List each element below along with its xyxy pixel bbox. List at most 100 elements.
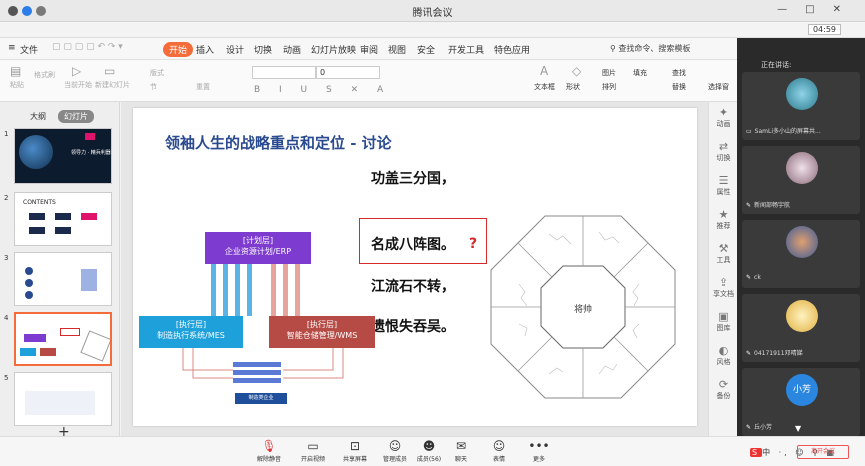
menu-file[interactable]: 文件 [20,43,38,56]
avatar [786,78,818,110]
slide-thumbnail-panel: 大纲 幻灯片 1 领导力 · 精兵利器 2 CONTENTS 3 4 5 + [0,102,120,440]
layout-button[interactable]: 版式 [150,68,164,78]
replace-button[interactable]: 替换 [672,82,686,92]
backup-pane-button[interactable]: ⟳ 备份 [711,378,736,401]
window-controls: —□✕ [777,4,859,15]
menu-review[interactable]: 审阅 [360,43,378,56]
menu-transition[interactable]: 切换 [254,43,272,56]
menu-features[interactable]: 特色应用 [494,43,530,56]
image-button[interactable]: 图片 [602,68,616,78]
thumb-dot [25,267,33,275]
chat-button[interactable]: ✉ 聊天 [440,439,482,463]
share-doc-pane-button[interactable]: ⇪ 享文档 [711,276,736,299]
start-video-button[interactable]: ▭ 开启视频 [292,439,334,463]
slide-thumbnail-3[interactable] [14,252,112,306]
thumb-block [20,348,36,356]
chat-icon: ✉ [455,439,467,453]
shape-button[interactable]: 形状 [566,82,580,92]
participant-tile[interactable]: ▭ SamLi多小山的屏幕共... [742,72,860,140]
earth-image [19,135,53,169]
slide-thumbnail-2[interactable]: CONTENTS [14,192,112,246]
select-pane-button[interactable]: 选择窗 [708,82,729,92]
wps-menu-bar: ≡ 文件 ▢ ▢ ▢ ▢ ↶ ↷ ▾ 开始 插入 设计 切换 动画 幻灯片放映 … [0,38,737,60]
menu-design[interactable]: 设计 [226,43,244,56]
textbox-button[interactable]: 文本框 [534,82,555,92]
reactions-button[interactable]: ☺ 表情 [478,439,520,463]
participant-name-row: ✎ 新闻部畅宇航 [746,202,791,209]
menu-icon[interactable]: ≡ [8,43,16,53]
thumb-number: 5 [4,374,9,382]
paste-icon[interactable]: ▤ [10,64,21,78]
eight-formation-diagram[interactable]: 将帅 [489,214,677,400]
reset-button[interactable]: 重置 [196,82,210,92]
command-search[interactable]: ⚲ 查找命令、搜索模板 [610,43,690,54]
more-button[interactable]: ••• 更多 [518,439,560,463]
menu-animation[interactable]: 动画 [283,43,301,56]
arrange-button[interactable]: 排列 [602,82,616,92]
maximize-icon[interactable]: □ [805,4,832,15]
menu-insert[interactable]: 插入 [196,43,214,56]
animation-pane-button[interactable]: ✦ 动画 [711,106,736,129]
participant-tile[interactable]: ✎ ck [742,220,860,288]
find-button[interactable]: 查找 [672,68,686,78]
play-icon[interactable]: ▷ [72,64,81,78]
menu-slideshow[interactable]: 幻灯片放映 [311,43,356,56]
menu-view[interactable]: 视图 [388,43,406,56]
recommend-pane-button[interactable]: ★ 推荐 [711,208,736,231]
textbox-icon[interactable]: A [540,64,548,78]
content-block [29,213,45,220]
leave-meeting-button[interactable]: 离开会议 [797,445,849,459]
chevron-down-icon[interactable]: ▼ [795,424,801,433]
quick-access-icons[interactable]: ▢ ▢ ▢ ▢ ↶ ↷ ▾ [52,42,123,52]
current-slide[interactable]: 领袖人生的战略重点和定位 - 讨论 功盖三分国， 名成八阵图。 ? 江流石不转，… [133,108,697,426]
menu-home[interactable]: 开始 [163,42,194,57]
fill-button[interactable]: 填充 [633,68,647,78]
transition-pane-button[interactable]: ⇄ 切换 [711,140,736,163]
tab-outline[interactable]: 大纲 [24,110,52,123]
avatar [786,300,818,332]
unmute-button[interactable]: 🎙 解除静音 [248,439,290,463]
section-button[interactable]: 节 [150,82,157,92]
tools-icon: ⚒ [718,242,729,255]
tools-pane-button[interactable]: ⚒ 工具 [711,242,736,265]
octagon-center-label: 将帅 [574,303,592,315]
new-slide-icon[interactable]: ▭ [104,64,115,78]
font-size-field[interactable]: 0 [316,66,380,79]
gallery-pane-button[interactable]: ▣ 图库 [711,310,736,333]
shape-icon[interactable]: ◇ [572,64,581,78]
format-painter-button[interactable]: 格式刷 [34,70,55,80]
slide-thumbnail-4[interactable] [14,312,112,366]
mic-off-icon: 🎙 [261,439,277,453]
mic-muted-icon: ✎ [746,424,752,431]
style-icon: ◐ [718,344,729,357]
menu-devtools[interactable]: 开发工具 [448,43,484,56]
close-icon[interactable]: ✕ [833,4,859,15]
tab-slides[interactable]: 幻灯片 [58,110,94,123]
thumb-block [24,334,46,342]
style-pane-button[interactable]: ◐ 风格 [711,344,736,367]
content-block [55,213,71,220]
thumb-octagon [80,330,110,362]
panel-tabs: 大纲 幻灯片 [24,110,100,123]
menu-security[interactable]: 安全 [417,43,435,56]
from-current-button[interactable]: 当前开始 [64,80,92,90]
properties-pane-button[interactable]: ☰ 属性 [711,174,736,197]
thumb-dot [25,291,33,299]
window-title: 腾讯会议 [412,8,453,19]
participant-tile[interactable]: ✎ 04171911邓晴娣 [742,294,860,362]
participant-tile[interactable]: ✎ 新闻部畅宇航 [742,146,860,214]
thumb-block [60,328,80,336]
font-name-field[interactable] [252,66,316,79]
slide-thumbnail-1[interactable]: 领导力 · 精兵利器 [14,128,112,184]
slide-thumbnail-5[interactable] [14,372,112,426]
thumb-figure [81,269,97,291]
share-screen-button[interactable]: ⊡ 共享屏幕 [334,439,376,463]
gallery-icon: ▣ [718,310,729,323]
search-icon: ⚲ [610,44,616,53]
content-block [55,227,71,234]
text-format-buttons[interactable]: B I U S ✕ A [254,85,391,95]
paste-button[interactable]: 粘贴 [10,80,24,90]
window-titlebar: 腾讯会议 —□✕ [0,0,865,22]
minimize-icon[interactable]: — [777,4,805,15]
new-slide-button[interactable]: 新建幻灯片 [95,80,130,90]
